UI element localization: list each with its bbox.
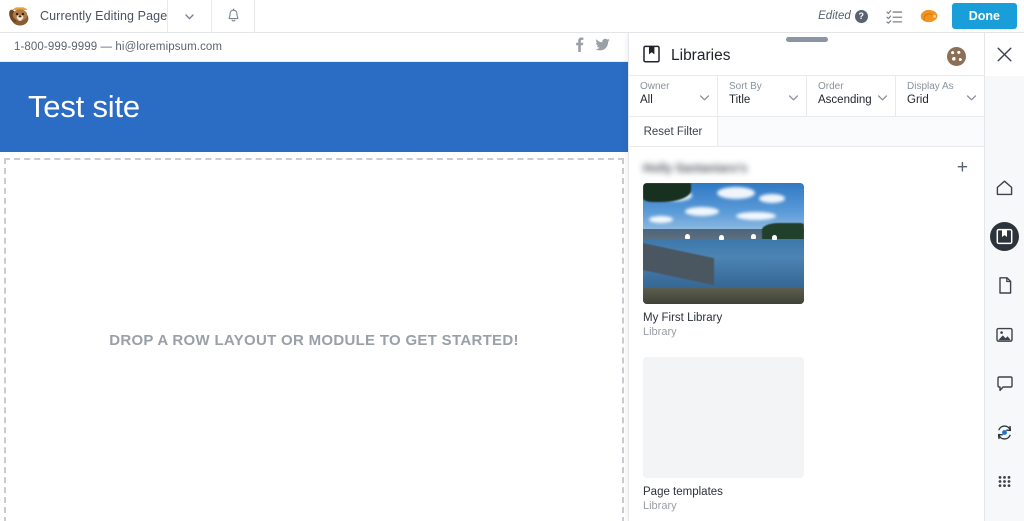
- panel-icon-rail: [984, 33, 1024, 521]
- rail-item-comments[interactable]: [990, 369, 1019, 398]
- bell-icon: [226, 8, 241, 24]
- contact-bar: 1-800-999-9999 — hi@loremipsum.com: [0, 33, 628, 62]
- lake-photo: [643, 183, 804, 304]
- reset-filter-button[interactable]: Reset Filter: [629, 117, 718, 146]
- chevron-down-icon: [699, 89, 710, 107]
- list-item[interactable]: Page templates Library: [643, 357, 804, 513]
- libraries-panel: Libraries Owner All Sort By Title: [628, 33, 984, 521]
- facebook-icon[interactable]: [575, 37, 584, 57]
- library-section-header: Holly Santaniaro's +: [629, 147, 984, 183]
- library-title: My First Library: [643, 311, 804, 325]
- chevron-down-icon: [183, 10, 196, 23]
- editing-page-title: Currently Editing Page: [34, 9, 167, 23]
- rail-item-pages[interactable]: [990, 271, 1019, 300]
- close-panel-button[interactable]: [985, 33, 1024, 76]
- notifications-button[interactable]: [211, 0, 255, 33]
- contact-info: 1-800-999-9999 — hi@loremipsum.com: [14, 41, 222, 53]
- home-icon: [995, 179, 1014, 197]
- page-document-icon: [997, 276, 1013, 295]
- rail-icon-list: [985, 76, 1024, 496]
- order-filter[interactable]: Order Ascending: [807, 76, 896, 116]
- library-type: Library: [643, 499, 804, 513]
- library-type: Library: [643, 325, 804, 339]
- chevron-down-icon: [966, 89, 977, 107]
- page-selector-chevron[interactable]: [167, 0, 211, 33]
- admin-toolbar: Currently Editing Page Edited ?: [0, 0, 1024, 33]
- chevron-down-icon: [788, 89, 799, 107]
- reset-row-spacer: [718, 117, 984, 146]
- drag-handle-icon[interactable]: [786, 37, 828, 42]
- list-item[interactable]: My First Library Library: [643, 183, 804, 339]
- saved-library-icon: [996, 228, 1013, 245]
- image-photo-icon: [995, 326, 1014, 344]
- close-icon: [996, 46, 1013, 63]
- admin-toolbar-actions: Edited ? Done: [818, 0, 1024, 33]
- comment-bubble-icon: [996, 375, 1014, 393]
- reset-filter-row: Reset Filter: [629, 117, 984, 147]
- display-as-filter[interactable]: Display As Grid: [896, 76, 984, 116]
- grid-dots-icon: [996, 474, 1013, 489]
- sync-refresh-icon: [995, 423, 1014, 442]
- rail-item-media[interactable]: [990, 320, 1019, 349]
- help-icon[interactable]: ?: [855, 10, 868, 23]
- outline-panel-button[interactable]: [878, 0, 912, 33]
- edited-status: Edited ?: [818, 10, 878, 23]
- site-title: Test site: [28, 89, 140, 125]
- rail-item-revisions[interactable]: [990, 418, 1019, 447]
- sort-by-filter[interactable]: Sort By Title: [718, 76, 807, 116]
- chevron-down-icon: [877, 89, 888, 107]
- library-owner-name: Holly Santaniaro's: [643, 161, 747, 175]
- beaver-logo-icon[interactable]: [0, 0, 34, 33]
- library-thumbnail[interactable]: [643, 357, 804, 478]
- rail-item-saved[interactable]: [990, 222, 1019, 251]
- outline-list-icon: [886, 9, 903, 24]
- owner-filter[interactable]: Owner All: [629, 76, 718, 116]
- libraries-grid: My First Library Library Page templates …: [629, 183, 984, 521]
- add-library-button[interactable]: +: [957, 158, 968, 177]
- library-thumbnail[interactable]: [643, 183, 804, 304]
- site-canvas: 1-800-999-9999 — hi@loremipsum.com Test …: [0, 33, 628, 521]
- rail-item-more[interactable]: [990, 467, 1019, 496]
- library-title: Page templates: [643, 485, 804, 499]
- panel-title: Libraries: [660, 47, 730, 65]
- site-hero: Test site: [0, 62, 628, 152]
- twitter-icon[interactable]: [595, 38, 610, 56]
- library-filters: Owner All Sort By Title Order Ascending: [629, 76, 984, 117]
- gravatar-avatar-icon[interactable]: [947, 47, 966, 66]
- tools-button[interactable]: [912, 0, 946, 33]
- social-links: [575, 37, 614, 57]
- panel-header-actions: [947, 47, 984, 66]
- bookmark-library-icon: [643, 45, 660, 68]
- paint-hand-icon: [919, 7, 939, 25]
- edited-label: Edited: [818, 10, 851, 22]
- rail-item-home[interactable]: [990, 173, 1019, 202]
- module-dropzone[interactable]: DROP A ROW LAYOUT OR MODULE TO GET START…: [4, 158, 624, 521]
- page-builder-screen: Currently Editing Page Edited ?: [0, 0, 1024, 521]
- done-button[interactable]: Done: [952, 3, 1017, 29]
- dropzone-label: DROP A ROW LAYOUT OR MODULE TO GET START…: [109, 332, 519, 349]
